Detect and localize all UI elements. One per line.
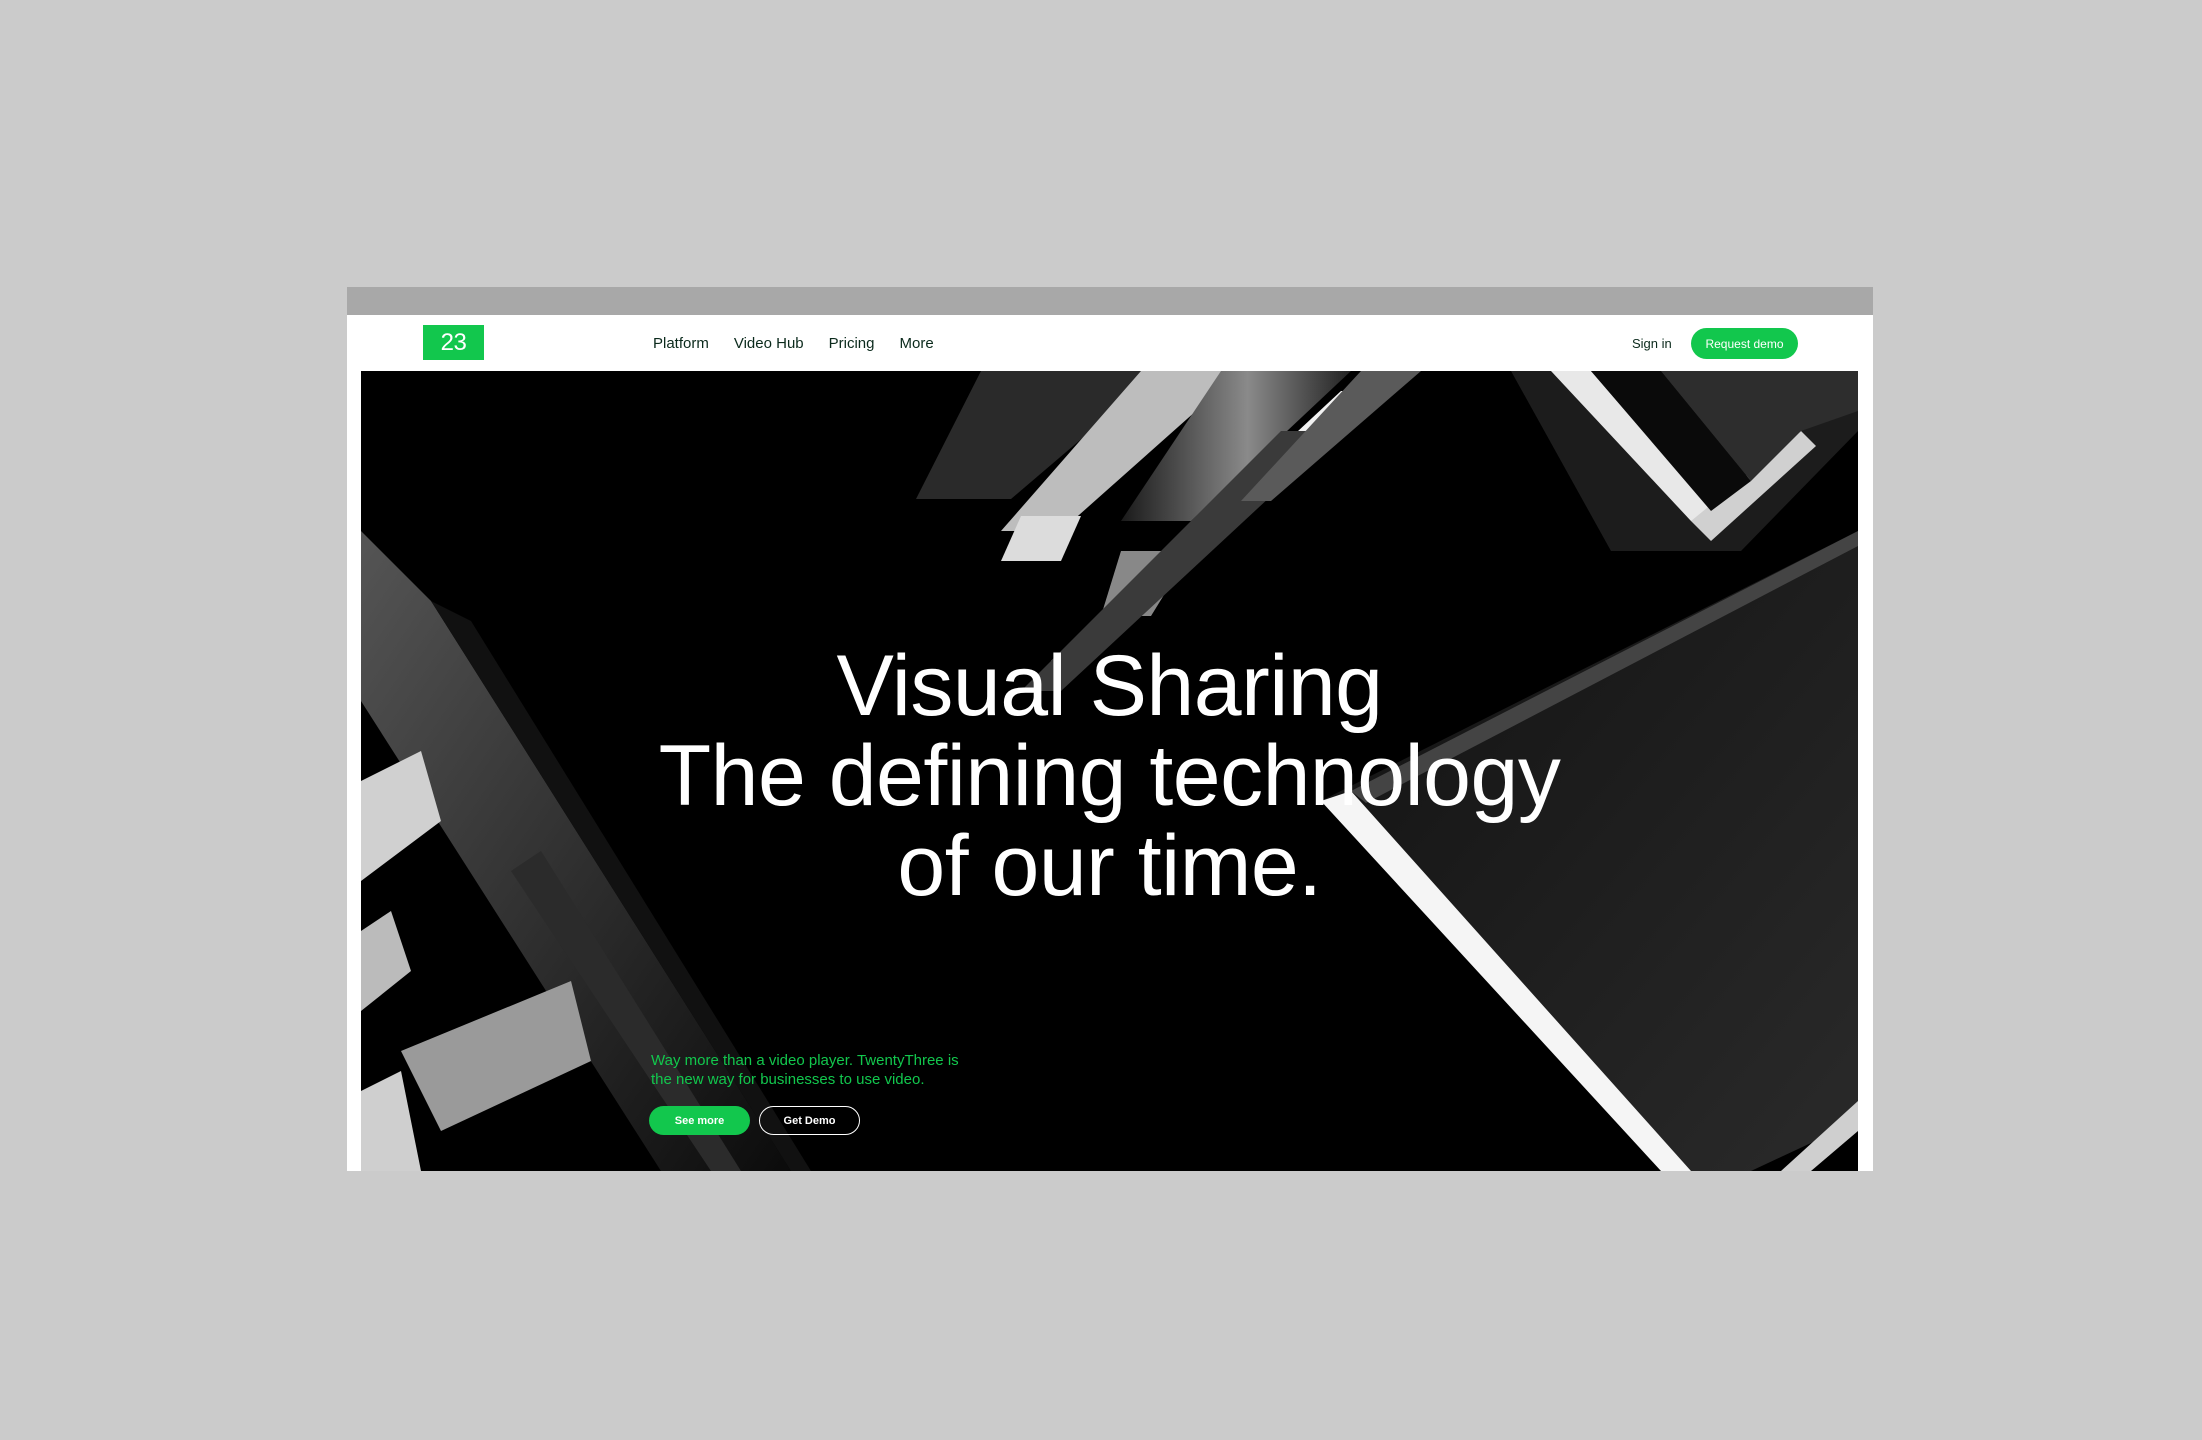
nav-item-video-hub[interactable]: Video Hub xyxy=(734,335,804,352)
sign-in-link[interactable]: Sign in xyxy=(1632,315,1672,371)
headline-line-1: Visual Sharing xyxy=(836,638,1384,734)
browser-window: 23 Platform Video Hub Pricing More Sign … xyxy=(347,287,1873,1171)
get-demo-button[interactable]: Get Demo xyxy=(759,1106,860,1135)
main-nav: Platform Video Hub Pricing More xyxy=(653,315,934,371)
request-demo-button[interactable]: Request demo xyxy=(1691,328,1798,359)
headline-line-2: The defining technology xyxy=(658,728,1561,824)
nav-item-pricing[interactable]: Pricing xyxy=(829,335,875,352)
hero-tagline: Way more than a video player. TwentyThre… xyxy=(651,1052,959,1088)
nav-item-platform[interactable]: Platform xyxy=(653,335,709,352)
window-titlebar xyxy=(347,287,1873,315)
nav-item-more[interactable]: More xyxy=(900,335,934,352)
hero-section: Visual Sharing The defining technology o… xyxy=(361,371,1858,1171)
see-more-button[interactable]: See more xyxy=(649,1106,750,1135)
brand-logo-text: 23 xyxy=(440,328,467,356)
brand-logo[interactable]: 23 xyxy=(423,325,484,360)
headline-line-3: of our time. xyxy=(897,818,1322,914)
top-navbar: 23 Platform Video Hub Pricing More Sign … xyxy=(347,315,1873,371)
hero-headline: Visual Sharing The defining technology o… xyxy=(361,641,1858,911)
